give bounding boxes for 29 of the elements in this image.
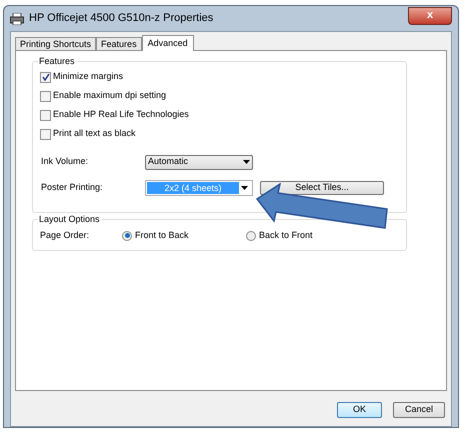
group-title: Layout Options: [38, 213, 101, 225]
radio-label: Back to Front: [259, 228, 313, 242]
dialog-button[interactable]: OK: [337, 402, 382, 418]
ink-volume-label: Ink Volume:: [40, 155, 90, 168]
radio-label: Front to Back: [135, 228, 189, 242]
tab[interactable]: Printing Shortcuts: [15, 37, 96, 50]
checkbox-label: Enable HP Real Life Technologies: [53, 108, 189, 122]
checkbox[interactable]: [40, 110, 51, 120]
dropdown-caret-icon: [243, 160, 250, 164]
select-tiles-button[interactable]: Select Tiles...: [260, 180, 384, 194]
ink-volume-dropdown[interactable]: Automatic: [145, 154, 253, 170]
checkbox-label: Minimize margins: [53, 70, 124, 84]
dialog-button[interactable]: Cancel: [393, 402, 445, 418]
tab[interactable]: Features: [96, 37, 142, 50]
dropdown-caret-icon: [241, 186, 248, 190]
radio-button[interactable]: [122, 230, 132, 240]
checkbox-label: Enable maximum dpi setting: [53, 89, 166, 102]
radio-button[interactable]: [246, 230, 256, 240]
window-title: HP Officejet 4500 G510n-z Properties: [29, 11, 214, 26]
poster-printing-label: Poster Printing:: [40, 180, 104, 194]
selected-value: 2x2 (4 sheets): [147, 182, 239, 194]
printer-icon: [10, 12, 24, 24]
checkbox[interactable]: [40, 90, 51, 102]
tab[interactable]: Advanced: [142, 35, 194, 51]
page-order-label: Page Order:: [40, 228, 90, 242]
checkbox-label: Print all text as black: [53, 127, 136, 140]
checkbox[interactable]: [40, 128, 51, 140]
group-title: Features: [38, 55, 76, 67]
checkbox[interactable]: [40, 72, 51, 82]
